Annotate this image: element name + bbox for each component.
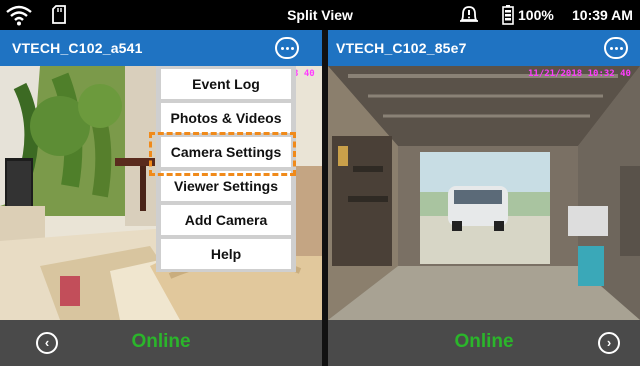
menu-item-add-camera[interactable]: Add Camera [161,205,291,235]
menu-item-photos-videos[interactable]: Photos & Videos [161,103,291,133]
camera-feed[interactable]: 11/21/2018 10:32 40 [328,66,640,320]
online-status: Online [131,331,191,352]
status-bar: Split View 100% 10:39 AM [0,0,640,30]
menu-item-help[interactable]: Help [161,239,291,269]
garage-scene [328,66,640,320]
more-options-icon[interactable] [275,37,299,59]
battery-level: 100% [518,7,554,23]
camera-panel-right: VTECH_C102_85e7 11/21/2018 10:32 40 Onli… [328,30,640,366]
clock: 10:39 AM [572,7,633,23]
camera-name: VTECH_C102_a541 [12,40,143,56]
menu-item-event-log[interactable]: Event Log [161,69,291,99]
notification-bell-icon[interactable] [459,4,479,26]
chevron-right-icon[interactable]: › [598,332,620,354]
camera-footer: ‹ Online [0,320,322,366]
camera-timestamp: 3 40 [293,69,315,79]
online-status: Online [454,331,514,352]
menu-item-camera-settings[interactable]: Camera Settings [161,137,291,167]
battery-icon [502,5,514,25]
more-options-icon[interactable] [604,37,628,59]
camera-footer: Online › [328,320,640,366]
camera-timestamp: 11/21/2018 10:32 40 [528,69,631,79]
camera-name: VTECH_C102_85e7 [336,40,467,56]
camera-header: VTECH_C102_85e7 [328,30,640,66]
menu-item-viewer-settings[interactable]: Viewer Settings [161,171,291,201]
camera-header: VTECH_C102_a541 [0,30,322,66]
options-menu: Event Log Photos & Videos Camera Setting… [156,66,296,272]
